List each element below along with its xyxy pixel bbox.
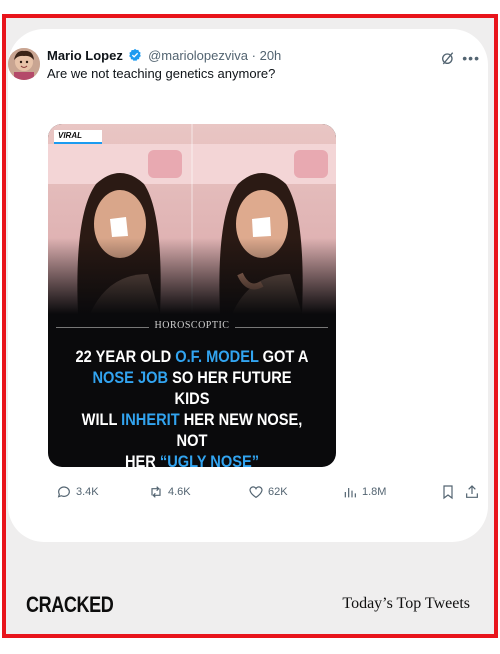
media-photo xyxy=(48,124,336,314)
brand-label: HOROSCOPTIC xyxy=(48,320,336,331)
more-icon[interactable]: ••• xyxy=(462,50,480,66)
reply-count: 3.4K xyxy=(76,486,99,498)
like-button[interactable]: 62K xyxy=(248,484,288,500)
avatar[interactable] xyxy=(8,48,40,80)
headline-highlight: INHERIT xyxy=(121,410,180,429)
headline-highlight: NOSE JOB xyxy=(92,368,169,387)
author-handle[interactable]: @mariolopezviva xyxy=(148,48,248,63)
cracked-logo: CRACKED xyxy=(26,592,114,617)
viral-tag: VIRAL xyxy=(54,130,102,144)
tweet-media[interactable]: VIRAL HOROSCOPTIC 22 YEAR OLD O.F. MODEL… xyxy=(48,124,336,467)
view-count: 1.8M xyxy=(362,486,387,498)
brand-text: HOROSCOPTIC xyxy=(148,320,236,331)
headline-highlight: “UGLY NOSE” xyxy=(159,452,260,467)
headline-text: 22 YEAR OLD xyxy=(75,347,176,366)
heart-icon xyxy=(249,486,263,499)
timestamp[interactable]: 20h xyxy=(260,48,282,63)
footer-title: Today’s Top Tweets xyxy=(342,595,470,612)
headline-text: WILL xyxy=(81,410,122,429)
headline-text: HER NEW NOSE, NOT xyxy=(176,410,303,450)
grok-icon[interactable] xyxy=(440,50,456,66)
views-button[interactable]: 1.8M xyxy=(342,484,386,500)
verified-badge-icon xyxy=(129,48,142,62)
separator: · xyxy=(251,48,256,63)
share-icon xyxy=(466,485,478,498)
like-count: 62K xyxy=(268,486,288,498)
tweet-text: Are we not teaching genetics anymore? xyxy=(47,66,276,81)
reply-button[interactable]: 3.4K xyxy=(56,484,99,500)
media-headline: 22 YEAR OLD O.F. MODEL GOT A NOSE JOB SO … xyxy=(75,346,309,467)
headline-text: GOT A xyxy=(258,347,309,366)
tweet-header: Mario Lopez @mariolopezviva · 20h xyxy=(47,48,480,68)
bookmark-button[interactable] xyxy=(440,484,456,500)
headline-line: NOSE JOB SO HER FUTURE KIDS xyxy=(75,367,309,409)
headline-line: HER “UGLY NOSE” xyxy=(75,451,309,467)
headline-text: SO HER FUTURE KIDS xyxy=(168,368,292,408)
repost-count: 4.6K xyxy=(168,486,191,498)
tweet-actions: 3.4K 4.6K 62K 1.8M xyxy=(48,484,488,502)
headline-text: HER xyxy=(124,452,160,467)
bookmark-icon xyxy=(443,485,453,500)
views-icon xyxy=(344,488,356,498)
share-button[interactable] xyxy=(464,484,480,500)
headline-highlight: O.F. MODEL xyxy=(175,347,259,366)
reply-icon xyxy=(57,486,70,498)
headline-line: WILL INHERIT HER NEW NOSE, NOT xyxy=(75,409,309,451)
author-name[interactable]: Mario Lopez xyxy=(47,48,123,63)
repost-button[interactable]: 4.6K xyxy=(148,484,191,500)
repost-icon xyxy=(151,486,161,498)
headline-line: 22 YEAR OLD O.F. MODEL GOT A xyxy=(75,346,309,367)
